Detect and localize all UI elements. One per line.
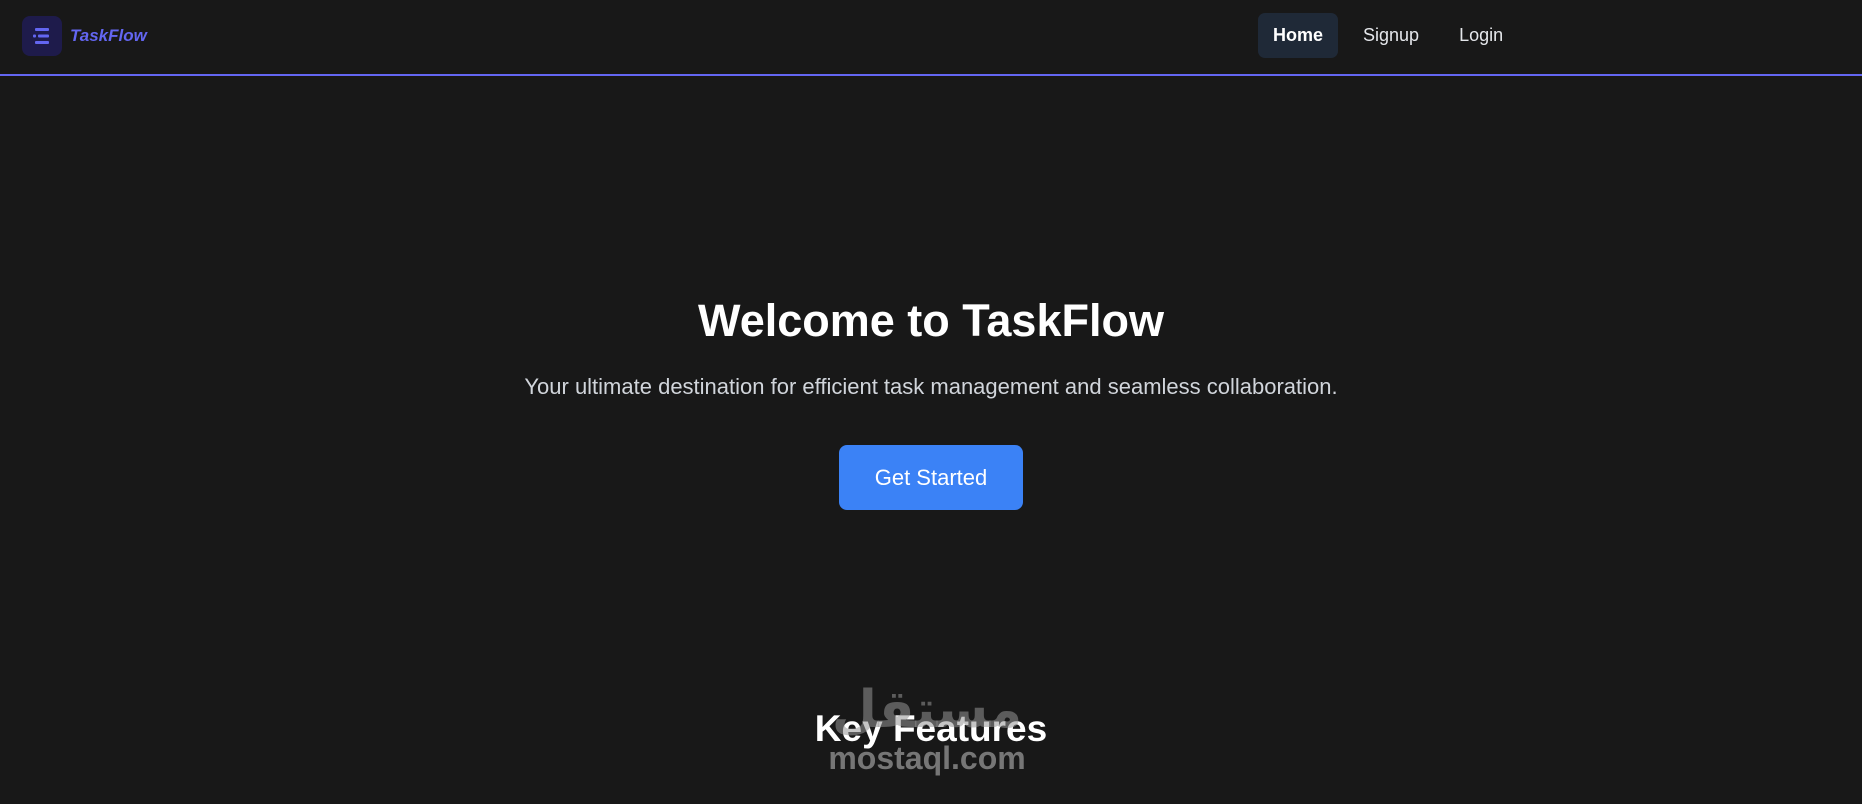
- hero-subtitle: Your ultimate destination for efficient …: [524, 374, 1338, 399]
- hero-section: Welcome to TaskFlow Your ultimate destin…: [0, 290, 1862, 510]
- top-navbar: TaskFlow Home Signup Login: [0, 0, 1862, 76]
- nav-links: Home Signup Login: [1258, 13, 1518, 58]
- nav-home-link[interactable]: Home: [1258, 13, 1339, 58]
- nav-login-link[interactable]: Login: [1444, 13, 1518, 58]
- get-started-button[interactable]: Get Started: [839, 445, 1023, 510]
- features-title: Key Features: [814, 708, 1048, 749]
- nav-signup-link[interactable]: Signup: [1348, 13, 1434, 58]
- brand-name: TaskFlow: [70, 26, 147, 45]
- brand[interactable]: TaskFlow: [22, 16, 147, 56]
- hero-title: Welcome to TaskFlow: [698, 295, 1164, 346]
- list-icon: [22, 16, 62, 56]
